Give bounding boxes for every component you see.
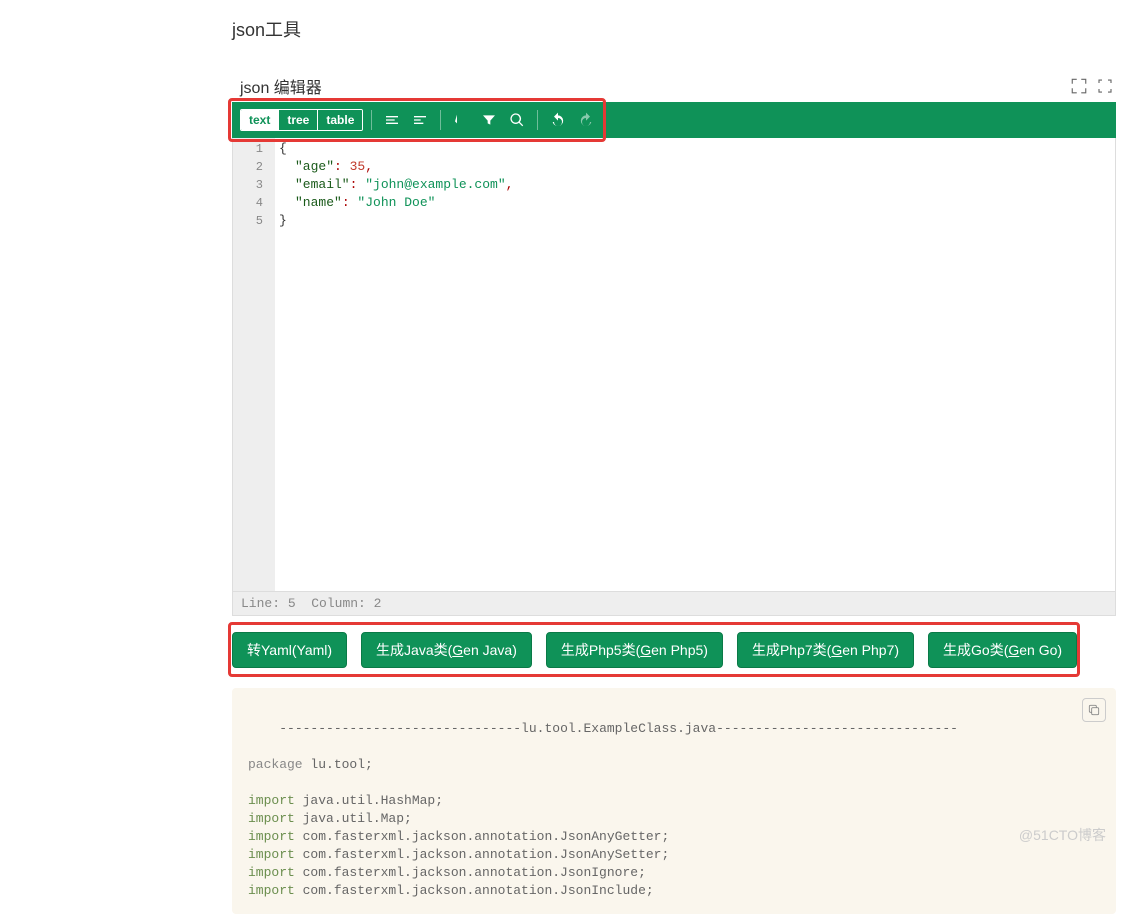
copy-icon[interactable]: [1082, 698, 1106, 722]
separator: [371, 110, 372, 130]
undo-icon[interactable]: [546, 108, 570, 132]
action-row-wrap: 转Yaml(Yaml) 生成Java类(Gen Java) 生成Php5类(Ge…: [232, 624, 1116, 676]
format-indent-icon[interactable]: [380, 108, 404, 132]
fullscreen-icon[interactable]: [1094, 75, 1116, 97]
redo-icon[interactable]: [574, 108, 598, 132]
gen-java-button[interactable]: 生成Java类(Gen Java): [361, 632, 532, 668]
code-line: }: [279, 212, 1111, 230]
format-compact-icon[interactable]: [408, 108, 432, 132]
line-gutter: 1 2 3 4 5: [233, 138, 275, 591]
line-number: 2: [233, 158, 275, 176]
expand-icon[interactable]: [1068, 75, 1090, 97]
editor-toolbar: text tree table: [232, 102, 1116, 138]
line-number: 3: [233, 176, 275, 194]
import-keyword: import: [248, 793, 295, 808]
action-row: 转Yaml(Yaml) 生成Java类(Gen Java) 生成Php5类(Ge…: [232, 624, 1116, 676]
output-header: -------------------------------lu.tool.E…: [279, 721, 958, 736]
gen-go-button[interactable]: 生成Go类(Gen Go): [928, 632, 1077, 668]
sort-icon[interactable]: [449, 108, 473, 132]
import-keyword: import: [248, 865, 295, 880]
import-keyword: import: [248, 811, 295, 826]
code-area[interactable]: { "age": 35, "email": "john@example.com"…: [275, 138, 1115, 591]
line-number: 4: [233, 194, 275, 212]
import-keyword: import: [248, 829, 295, 844]
mode-text-button[interactable]: text: [241, 110, 279, 130]
mode-buttons: text tree table: [240, 109, 363, 131]
separator: [537, 110, 538, 130]
mode-tree-button[interactable]: tree: [279, 110, 318, 130]
editor-title: json 编辑器: [232, 74, 322, 98]
toolbar-wrap: text tree table: [232, 102, 1116, 138]
code-output: -------------------------------lu.tool.E…: [232, 688, 1116, 914]
editor-body[interactable]: 1 2 3 4 5 { "age": 35, "email": "john@ex…: [232, 138, 1116, 592]
code-line: "age": 35,: [279, 158, 1111, 176]
mode-table-button[interactable]: table: [318, 110, 362, 130]
code-line: "email": "john@example.com",: [279, 176, 1111, 194]
gen-php7-button[interactable]: 生成Php7类(Gen Php7): [737, 632, 914, 668]
filter-icon[interactable]: [477, 108, 501, 132]
separator: [440, 110, 441, 130]
watermark: @51CTO博客: [1019, 825, 1106, 845]
search-icon[interactable]: [505, 108, 529, 132]
status-bar: Line: 5 Column: 2: [232, 592, 1116, 616]
line-number: 1: [233, 140, 275, 158]
code-line: {: [279, 140, 1111, 158]
editor-top-actions: [1068, 75, 1116, 97]
package-keyword: package: [248, 757, 303, 772]
gen-php5-button[interactable]: 生成Php5类(Gen Php5): [546, 632, 723, 668]
editor-header: json 编辑器: [232, 70, 1116, 102]
page-title: json工具: [232, 0, 1116, 50]
line-number: 5: [233, 212, 275, 230]
import-keyword: import: [248, 883, 295, 898]
code-line: "name": "John Doe": [279, 194, 1111, 212]
convert-yaml-button[interactable]: 转Yaml(Yaml): [232, 632, 347, 668]
